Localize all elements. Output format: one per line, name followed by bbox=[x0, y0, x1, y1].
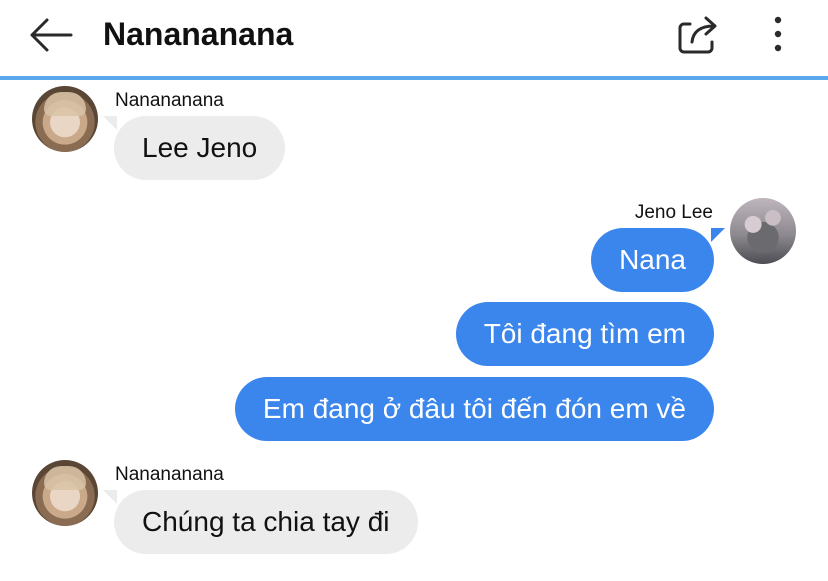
message-bubble[interactable]: Em đang ở đâu tôi đến đón em về bbox=[234, 377, 714, 441]
bubble-tail bbox=[103, 116, 117, 130]
avatar[interactable] bbox=[730, 198, 796, 264]
bubble-tail bbox=[103, 490, 117, 504]
avatar[interactable] bbox=[32, 460, 98, 526]
message-bubble[interactable]: Chúng ta chia tay đi bbox=[114, 490, 418, 554]
sender-name: Jeno Lee bbox=[634, 202, 713, 223]
back-button[interactable] bbox=[24, 12, 76, 58]
more-vertical-icon bbox=[774, 16, 782, 52]
sender-name: Nanananana bbox=[115, 464, 224, 485]
bubble-tail bbox=[711, 228, 725, 242]
sender-name: Nanananana bbox=[115, 90, 224, 111]
message-bubble[interactable]: Lee Jeno bbox=[114, 116, 286, 180]
message-bubble[interactable]: Nana bbox=[591, 228, 714, 292]
avatar[interactable] bbox=[32, 86, 98, 152]
arrow-left-icon bbox=[30, 18, 73, 52]
header-divider bbox=[0, 76, 828, 80]
chat-header: Nanananana bbox=[0, 0, 828, 76]
chat-title: Nanananana bbox=[103, 16, 294, 52]
more-options-button[interactable] bbox=[760, 10, 796, 58]
message-bubble[interactable]: Tôi đang tìm em bbox=[455, 302, 714, 366]
share-icon bbox=[678, 16, 717, 54]
share-button[interactable] bbox=[674, 10, 722, 58]
